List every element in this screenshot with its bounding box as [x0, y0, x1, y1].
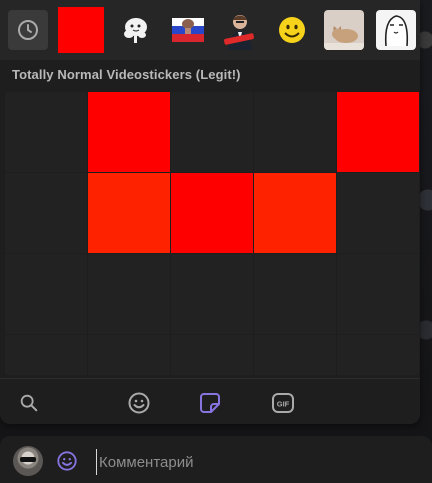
sticker-red-square[interactable] — [337, 92, 419, 172]
sticker-sets-bar[interactable] — [0, 0, 420, 60]
sticker-slot-empty[interactable] — [171, 92, 253, 172]
sticker-slot-empty[interactable] — [337, 173, 419, 253]
emoji-button-icon[interactable] — [56, 450, 78, 472]
sticker-slot-empty[interactable] — [254, 254, 336, 334]
sticker-panel: Totally Normal Videostickers (Legit!) GI… — [0, 0, 420, 424]
sticker-set-smiley[interactable] — [272, 10, 312, 50]
sticker-slot-empty[interactable] — [88, 335, 170, 375]
sticker-red-square[interactable] — [88, 92, 170, 172]
cat-icon — [324, 10, 364, 50]
sticker-slot-empty[interactable] — [254, 92, 336, 172]
emoji-tab[interactable] — [127, 391, 151, 415]
comment-input[interactable] — [96, 449, 421, 475]
gif-label: GIF — [277, 400, 290, 409]
search-icon — [20, 394, 38, 412]
search-tab[interactable] — [17, 391, 41, 415]
flag-icon — [172, 18, 204, 42]
clock-icon — [18, 20, 38, 40]
sticker-red-square[interactable] — [171, 173, 253, 253]
sticker-set-flag-face[interactable] — [168, 10, 208, 50]
gif-icon: GIF — [272, 393, 294, 413]
sticker-red-orange-square[interactable] — [254, 173, 336, 253]
recent-stickers-tab[interactable] — [8, 10, 48, 50]
portrait-icon — [220, 10, 260, 50]
sticker-grid — [5, 92, 419, 374]
sticker-slot-empty[interactable] — [5, 335, 87, 375]
sticker-set-portrait[interactable] — [220, 10, 260, 50]
emoji-icon — [128, 392, 150, 414]
sticker-slot-empty[interactable] — [171, 335, 253, 375]
sticker-slot-empty[interactable] — [254, 335, 336, 375]
avatar[interactable] — [13, 446, 43, 476]
sticker-slot-empty[interactable] — [5, 92, 87, 172]
sticker-slot-empty[interactable] — [171, 254, 253, 334]
sticker-icon — [200, 393, 220, 413]
drawn-face-icon — [376, 10, 416, 50]
smiley-icon — [279, 17, 305, 43]
sticker-red-orange-square[interactable] — [88, 173, 170, 253]
emoji-panel-tabs: GIF — [0, 378, 420, 424]
sticker-set-title: Totally Normal Videostickers (Legit!) — [12, 67, 241, 82]
sticker-slot-empty[interactable] — [5, 173, 87, 253]
white-blob-icon — [124, 18, 147, 43]
sticker-slot-empty[interactable] — [5, 254, 87, 334]
stickers-tab[interactable] — [198, 391, 222, 415]
sticker-set-red-square[interactable] — [58, 7, 104, 53]
sticker-slot-empty[interactable] — [337, 335, 419, 375]
message-composer — [0, 436, 432, 483]
sticker-set-white-blob[interactable] — [116, 10, 156, 50]
sticker-grid-overflow — [5, 335, 419, 375]
sticker-slot-empty[interactable] — [337, 254, 419, 334]
sticker-slot-empty[interactable] — [88, 254, 170, 334]
sticker-set-drawn-face[interactable] — [376, 10, 416, 50]
gif-tab[interactable]: GIF — [271, 391, 295, 415]
sticker-set-cat[interactable] — [324, 10, 364, 50]
